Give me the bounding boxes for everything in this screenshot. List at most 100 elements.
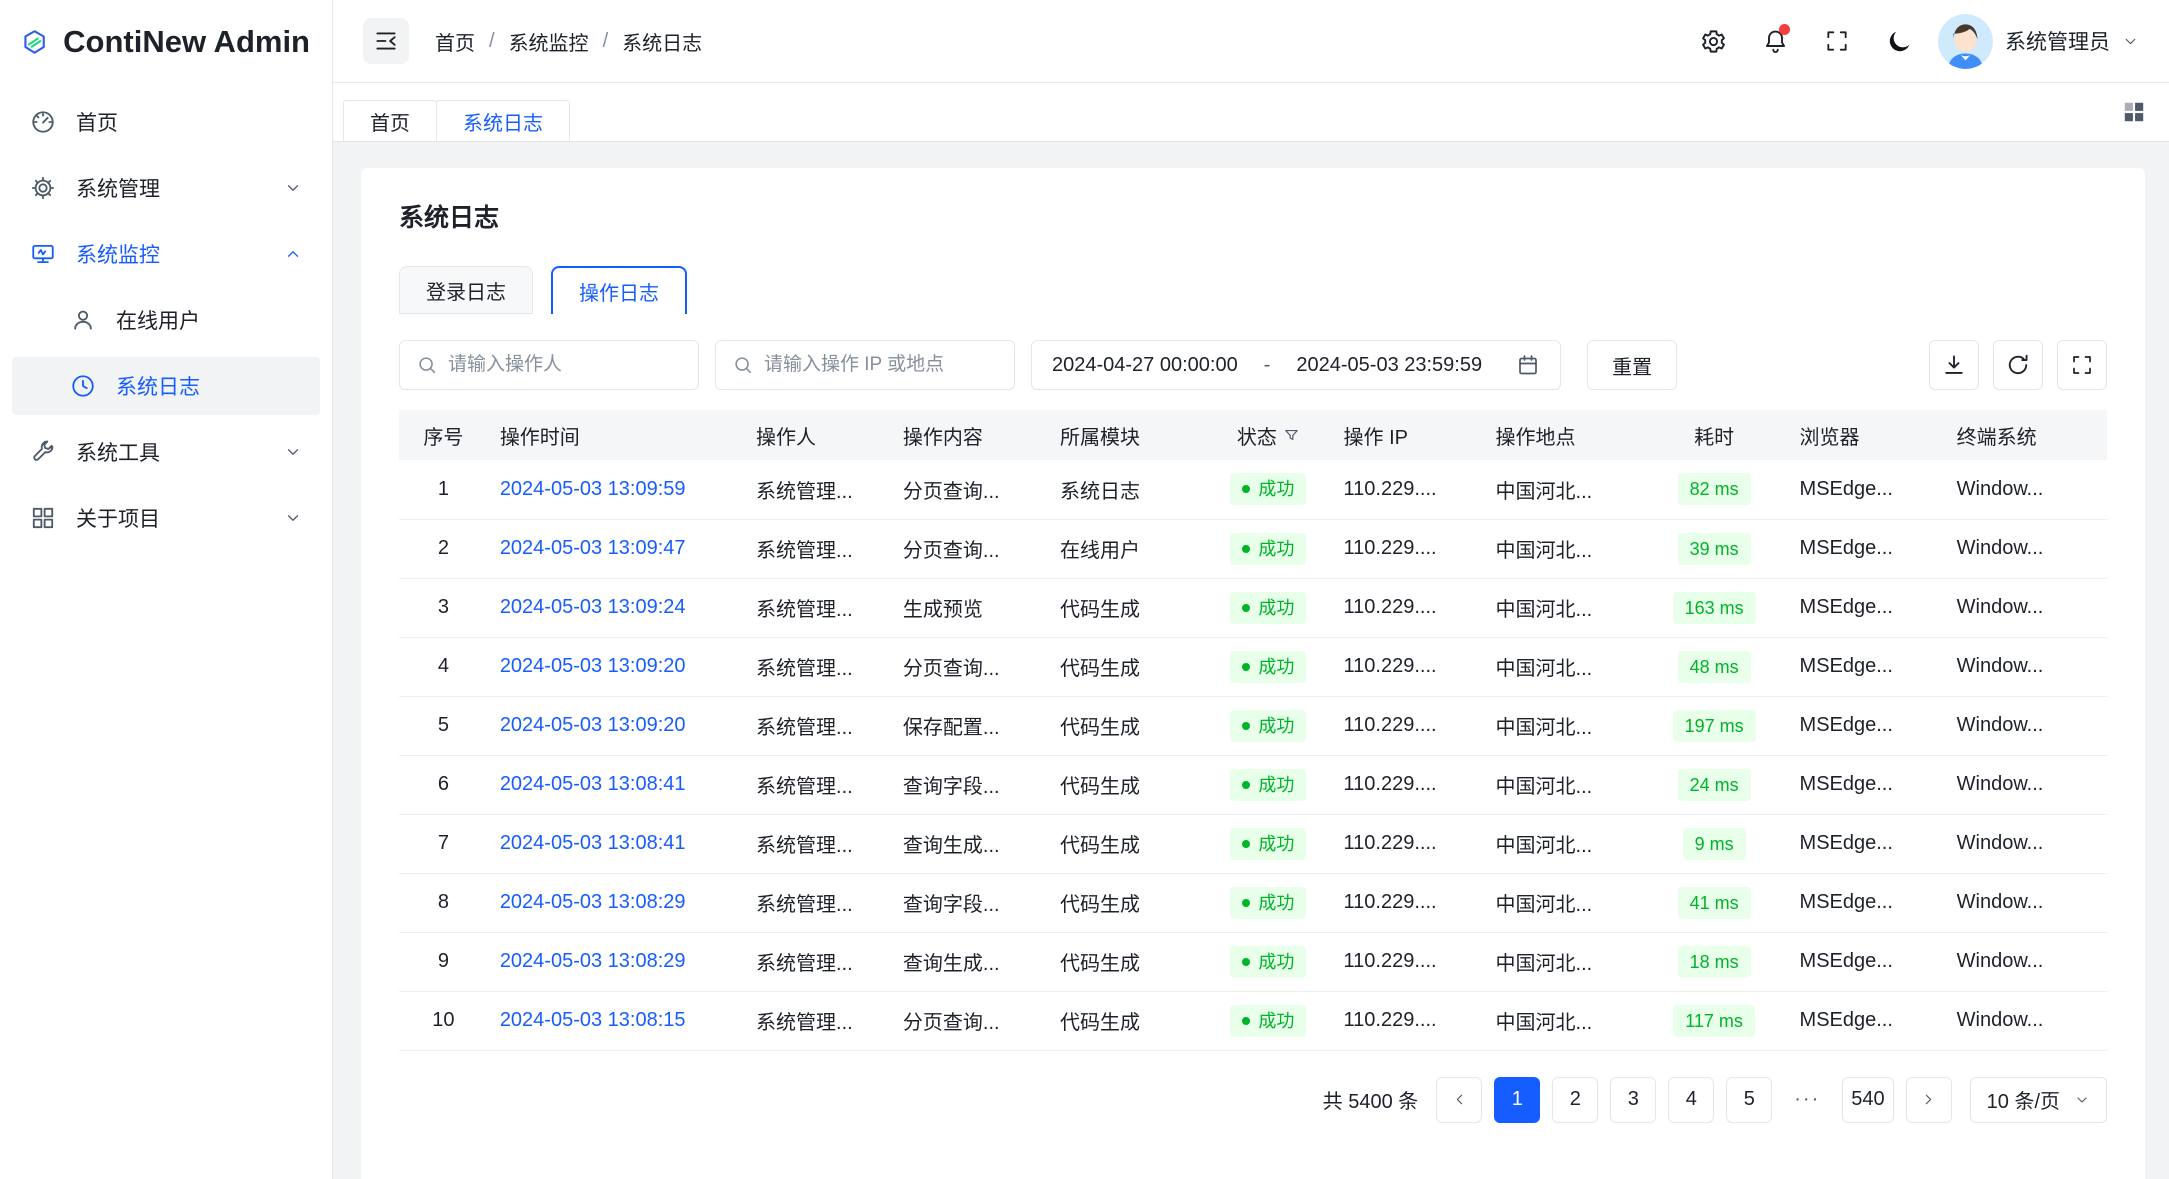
row-time-link[interactable]: 2024-05-03 13:09:20 xyxy=(500,714,686,736)
cell-operator: 系统管理... xyxy=(744,460,891,519)
pagetab-system-log[interactable]: 系统日志 xyxy=(436,100,570,141)
table-row: 102024-05-03 13:08:15系统管理...分页查询...代码生成成… xyxy=(399,991,2107,1050)
sidebar-item-home[interactable]: 首页 xyxy=(12,93,320,151)
monitor-icon xyxy=(30,241,56,267)
col-operator: 操作人 xyxy=(744,410,891,460)
dark-mode-button[interactable] xyxy=(1876,20,1922,62)
status-badge: 成功 xyxy=(1230,769,1306,801)
cell-module: 代码生成 xyxy=(1048,814,1205,873)
grid-view-icon[interactable] xyxy=(2121,99,2147,125)
download-button[interactable] xyxy=(1929,340,1979,390)
sidebar-item-system-monitor[interactable]: 系统监控 xyxy=(12,225,320,283)
tab-operation-log[interactable]: 操作日志 xyxy=(551,266,687,314)
chevron-down-icon xyxy=(284,179,302,197)
row-time-link[interactable]: 2024-05-03 13:09:24 xyxy=(500,596,686,618)
status-dot-icon xyxy=(1242,485,1250,493)
sidebar-item-online-users[interactable]: 在线用户 xyxy=(12,291,320,349)
search-icon xyxy=(732,354,754,376)
page-size-select[interactable]: 10 条/页 xyxy=(1970,1077,2107,1123)
cell-time: 2024-05-03 13:08:41 xyxy=(488,814,744,873)
refresh-icon xyxy=(2005,352,2031,378)
breadcrumb: 首页 / 系统监控 / 系统日志 xyxy=(435,27,702,56)
sidebar-item-label: 在线用户 xyxy=(116,305,200,335)
cell-index: 10 xyxy=(399,991,488,1050)
reset-button[interactable]: 重置 xyxy=(1587,340,1677,390)
pagination-page-1[interactable]: 1 xyxy=(1494,1077,1540,1123)
breadcrumb-monitor[interactable]: 系统监控 xyxy=(509,27,589,56)
row-time-link[interactable]: 2024-05-03 13:09:59 xyxy=(500,478,686,500)
table-row: 52024-05-03 13:09:20系统管理...保存配置...代码生成成功… xyxy=(399,696,2107,755)
row-time-link[interactable]: 2024-05-03 13:08:15 xyxy=(500,1009,686,1031)
cell-duration: 24 ms xyxy=(1641,755,1788,814)
cell-location: 中国河北... xyxy=(1484,755,1641,814)
tabstrip-actions xyxy=(2121,83,2147,141)
pagination-page-540[interactable]: 540 xyxy=(1842,1077,1893,1123)
row-time-link[interactable]: 2024-05-03 13:08:29 xyxy=(500,950,686,972)
pagination-page-4[interactable]: 4 xyxy=(1668,1077,1714,1123)
grid-icon xyxy=(30,505,56,531)
sidebar-item-system-log[interactable]: 系统日志 xyxy=(12,357,320,415)
sidebar-nav: 首页 系统管理 系统监控 在线用户 系统日志 系统工具 xyxy=(0,83,332,565)
row-time-link[interactable]: 2024-05-03 13:08:29 xyxy=(500,891,686,913)
pagination-ellipsis[interactable]: ··· xyxy=(1784,1077,1830,1123)
table-fullscreen-button[interactable] xyxy=(2057,340,2107,390)
row-time-link[interactable]: 2024-05-03 13:08:41 xyxy=(500,832,686,854)
tab-login-log[interactable]: 登录日志 xyxy=(399,266,533,314)
breadcrumb-separator: / xyxy=(489,30,495,53)
sidebar-item-system-management[interactable]: 系统管理 xyxy=(12,159,320,217)
user-menu[interactable]: 系统管理员 xyxy=(1938,14,2139,69)
row-time-link[interactable]: 2024-05-03 13:08:41 xyxy=(500,773,686,795)
cell-index: 8 xyxy=(399,873,488,932)
operator-search-field[interactable] xyxy=(399,340,699,390)
cell-status: 成功 xyxy=(1205,932,1331,991)
row-time-link[interactable]: 2024-05-03 13:09:47 xyxy=(500,537,686,559)
row-time-link[interactable]: 2024-05-03 13:09:20 xyxy=(500,655,686,677)
pagetab-home[interactable]: 首页 xyxy=(343,100,437,141)
pagination-page-5[interactable]: 5 xyxy=(1726,1077,1772,1123)
status-dot-icon xyxy=(1242,604,1250,612)
cell-module: 系统日志 xyxy=(1048,460,1205,519)
notifications-button[interactable] xyxy=(1752,20,1798,62)
chevron-down-icon xyxy=(284,509,302,527)
pagination-prev-button[interactable] xyxy=(1436,1077,1482,1123)
collapse-sidebar-button[interactable] xyxy=(363,18,409,64)
pagination-page-2[interactable]: 2 xyxy=(1552,1077,1598,1123)
system-log-card: 系统日志 登录日志 操作日志 xyxy=(361,168,2145,1179)
topbar: 首页 / 系统监控 / 系统日志 xyxy=(333,0,2169,83)
chevron-down-icon xyxy=(2074,1092,2090,1108)
fullscreen-button[interactable] xyxy=(1814,20,1860,62)
cell-os: Window... xyxy=(1945,519,2107,578)
refresh-button[interactable] xyxy=(1993,340,2043,390)
sidebar-item-system-tools[interactable]: 系统工具 xyxy=(12,423,320,481)
search-icon xyxy=(416,354,438,376)
settings-button[interactable] xyxy=(1690,20,1736,62)
ip-search-input[interactable] xyxy=(764,354,998,376)
breadcrumb-home[interactable]: 首页 xyxy=(435,27,475,56)
cell-browser: MSEdge... xyxy=(1788,755,1945,814)
date-range-picker[interactable]: 2024-04-27 00:00:00 - 2024-05-03 23:59:5… xyxy=(1031,340,1561,390)
cell-time: 2024-05-03 13:09:47 xyxy=(488,519,744,578)
ip-search-field[interactable] xyxy=(715,340,1015,390)
pagination-next-button[interactable] xyxy=(1906,1077,1952,1123)
cell-location: 中国河北... xyxy=(1484,519,1641,578)
cell-os: Window... xyxy=(1945,932,2107,991)
status-badge: 成功 xyxy=(1230,473,1306,505)
logo[interactable]: ContiNew Admin xyxy=(0,0,332,83)
cell-module: 代码生成 xyxy=(1048,991,1205,1050)
cell-browser: MSEdge... xyxy=(1788,637,1945,696)
user-name: 系统管理员 xyxy=(2005,26,2110,56)
cell-time: 2024-05-03 13:08:29 xyxy=(488,873,744,932)
table-row: 22024-05-03 13:09:47系统管理...分页查询...在线用户成功… xyxy=(399,519,2107,578)
sidebar-item-label: 首页 xyxy=(76,107,118,137)
pagination: 共 5400 条 12345···540 10 条/页 xyxy=(399,1077,2107,1123)
col-os: 终端系统 xyxy=(1945,410,2107,460)
cell-operator: 系统管理... xyxy=(744,519,891,578)
cell-module: 代码生成 xyxy=(1048,637,1205,696)
operator-search-input[interactable] xyxy=(448,354,682,376)
pagination-page-3[interactable]: 3 xyxy=(1610,1077,1656,1123)
cell-os: Window... xyxy=(1945,460,2107,519)
cell-duration: 41 ms xyxy=(1641,873,1788,932)
app-window: ContiNew Admin 首页 系统管理 系统监控 在线用户 xyxy=(0,0,2169,1179)
filter-icon[interactable] xyxy=(1283,427,1300,444)
sidebar-item-about-project[interactable]: 关于项目 xyxy=(12,489,320,547)
